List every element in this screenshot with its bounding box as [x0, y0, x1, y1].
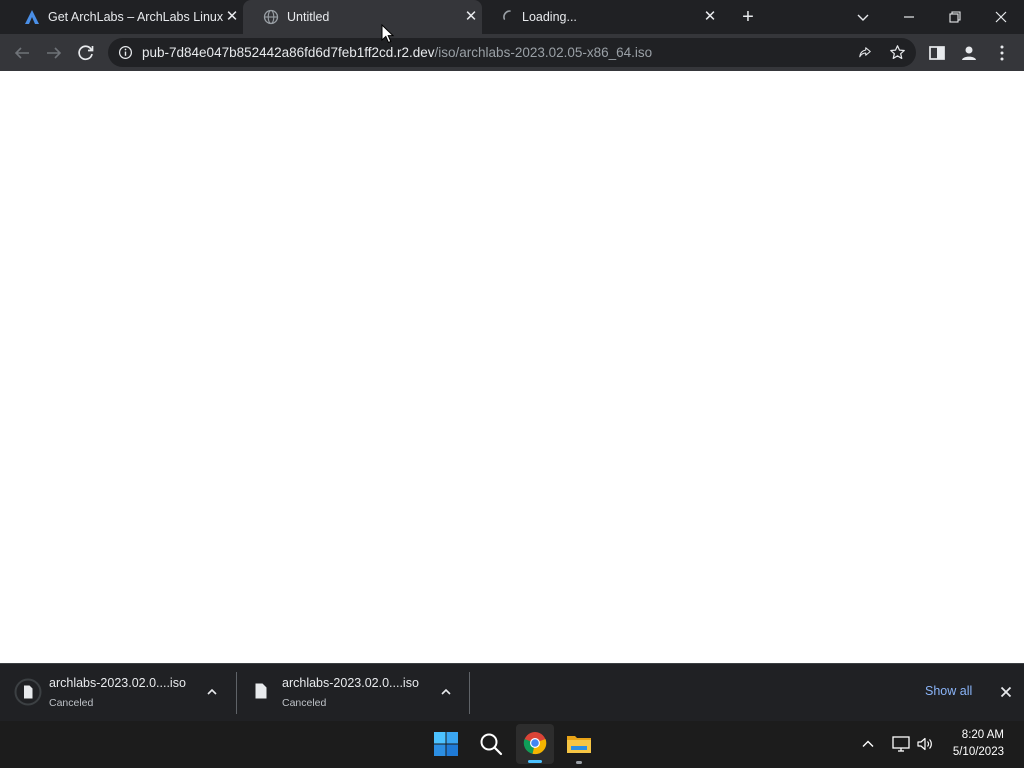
- tab-archlabs[interactable]: Get ArchLabs – ArchLabs Linux ✕: [4, 0, 243, 34]
- close-download-shelf-icon[interactable]: [998, 684, 1014, 700]
- loading-spinner-icon: [503, 10, 511, 20]
- network-icon[interactable]: [891, 734, 911, 754]
- tab-strip: Get ArchLabs – ArchLabs Linux ✕ Untitled…: [0, 0, 1024, 34]
- show-all-downloads-link[interactable]: Show all: [925, 684, 972, 698]
- bookmark-star-icon[interactable]: [888, 43, 907, 62]
- close-tab-icon[interactable]: ✕: [702, 9, 718, 25]
- reload-icon[interactable]: [74, 41, 98, 65]
- kebab-menu-icon[interactable]: [990, 41, 1014, 65]
- clock-date[interactable]: 5/10/2023: [944, 746, 1004, 758]
- share-icon[interactable]: [856, 44, 874, 62]
- tab-title: Untitled: [287, 10, 330, 24]
- tab-untitled[interactable]: Untitled ✕: [243, 0, 482, 34]
- chrome-icon: [523, 732, 547, 755]
- page-content[interactable]: [0, 71, 1024, 663]
- side-panel-icon[interactable]: [925, 41, 949, 65]
- divider: [469, 672, 470, 714]
- tab-title: Loading...: [522, 10, 577, 24]
- tab-search-chevron-icon[interactable]: [851, 5, 875, 29]
- site-info-icon[interactable]: [118, 45, 133, 60]
- download-status: Canceled: [282, 697, 327, 709]
- profile-avatar-icon[interactable]: [957, 41, 981, 65]
- tab-title: Get ArchLabs – ArchLabs Linux: [48, 10, 224, 24]
- archlabs-logo-icon: [25, 10, 39, 24]
- back-arrow-icon[interactable]: [10, 41, 34, 65]
- download-filename: archlabs-2023.02.0....iso: [282, 676, 419, 690]
- volume-icon[interactable]: [915, 734, 935, 754]
- address-bar[interactable]: pub-7d84e047b852442a86fd6d7feb1ff2cd.r2.…: [108, 38, 916, 67]
- new-tab-button[interactable]: +: [738, 7, 758, 27]
- globe-icon: [263, 9, 279, 25]
- windows-taskbar: 8:20 AM 5/10/2023: [0, 721, 1024, 768]
- browser-toolbar: pub-7d84e047b852442a86fd6d7feb1ff2cd.r2.…: [0, 34, 1024, 71]
- url-path: /iso/archlabs-2023.02.05-x86_64.iso: [434, 45, 653, 60]
- close-tab-icon[interactable]: ✕: [224, 9, 240, 25]
- download-shelf: archlabs-2023.02.0....iso Canceled archl…: [0, 663, 1024, 721]
- tab-loading[interactable]: Loading... ✕: [482, 0, 721, 34]
- chevron-up-icon[interactable]: [438, 684, 454, 700]
- minimize-icon[interactable]: [897, 5, 921, 29]
- mouse-cursor-icon: [381, 24, 395, 44]
- close-window-icon[interactable]: [989, 5, 1013, 29]
- download-filename: archlabs-2023.02.0....iso: [49, 676, 186, 690]
- download-item[interactable]: archlabs-2023.02.0....iso Canceled: [237, 664, 469, 722]
- windows-start-icon[interactable]: [433, 731, 459, 757]
- clock-time[interactable]: 8:20 AM: [944, 729, 1004, 741]
- chevron-up-icon[interactable]: [860, 736, 876, 752]
- file-explorer-icon[interactable]: [566, 732, 592, 756]
- url-host: pub-7d84e047b852442a86fd6d7feb1ff2cd.r2.…: [142, 45, 435, 60]
- restore-icon[interactable]: [943, 5, 967, 29]
- active-app-indicator: [528, 760, 542, 763]
- file-icon: [14, 678, 42, 706]
- forward-arrow-icon[interactable]: [42, 41, 66, 65]
- search-icon[interactable]: [478, 731, 504, 757]
- chevron-up-icon[interactable]: [204, 684, 220, 700]
- close-tab-icon[interactable]: ✕: [463, 9, 479, 25]
- chrome-taskbar-button[interactable]: [516, 724, 554, 764]
- file-icon: [255, 683, 267, 699]
- download-item[interactable]: archlabs-2023.02.0....iso Canceled: [0, 664, 236, 722]
- open-app-indicator: [576, 761, 582, 764]
- url-text[interactable]: pub-7d84e047b852442a86fd6d7feb1ff2cd.r2.…: [142, 45, 652, 60]
- download-status: Canceled: [49, 697, 94, 709]
